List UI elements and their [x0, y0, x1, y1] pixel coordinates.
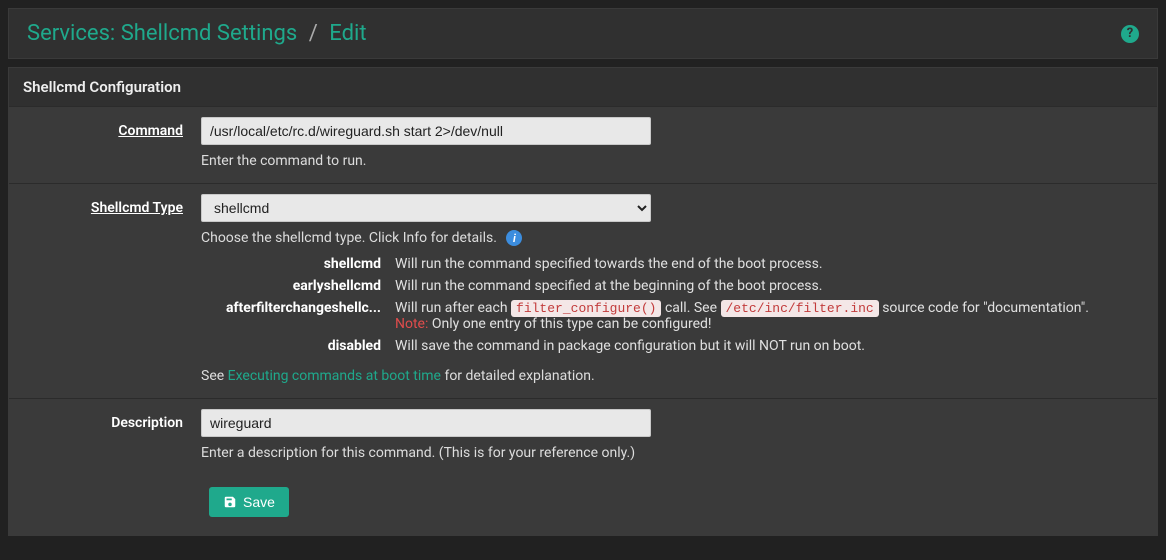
info-icon[interactable]: i: [506, 230, 522, 246]
save-button-label: Save: [243, 494, 275, 510]
def-desc-earlyshellcmd: Will run the command specified at the be…: [395, 278, 1145, 294]
breadcrumb-current: Edit: [329, 21, 366, 46]
row-description: Description Enter a description for this…: [9, 398, 1157, 475]
def-term-disabled: disabled: [201, 338, 381, 354]
save-button[interactable]: Save: [209, 487, 289, 517]
link-boot-docs[interactable]: Executing commands at boot time: [228, 368, 441, 384]
def-desc-disabled: Will save the command in package configu…: [395, 338, 1145, 354]
row-actions: Save: [9, 475, 1157, 535]
save-icon: [223, 495, 237, 509]
breadcrumb-root[interactable]: Services: Shellcmd Settings: [27, 21, 297, 46]
note-label: Note:: [395, 316, 428, 332]
row-command: Command Enter the command to run.: [9, 106, 1157, 183]
breadcrumb-separator: /: [309, 21, 318, 46]
page-title: Services: Shellcmd Settings / Edit: [27, 21, 367, 46]
label-command: Command: [21, 117, 201, 169]
def-term-afterfilter: afterfilterchangeshellc...: [201, 300, 381, 332]
def-desc-afterfilter: Will run after each filter_configure() c…: [395, 300, 1145, 332]
command-input[interactable]: [201, 117, 651, 145]
code-filter-inc: /etc/inc/filter.inc: [721, 300, 879, 317]
page-header: Services: Shellcmd Settings / Edit ?: [8, 8, 1158, 59]
label-type: Shellcmd Type: [21, 194, 201, 384]
panel-heading: Shellcmd Configuration: [9, 68, 1157, 106]
type-definitions: shellcmd Will run the command specified …: [201, 256, 1145, 354]
help-description: Enter a description for this command. (T…: [201, 445, 1145, 461]
type-select[interactable]: shellcmd: [201, 194, 651, 222]
description-input[interactable]: [201, 409, 651, 437]
label-description: Description: [21, 409, 201, 461]
def-term-shellcmd: shellcmd: [201, 256, 381, 272]
help-command: Enter the command to run.: [201, 153, 1145, 169]
help-icon[interactable]: ?: [1121, 25, 1139, 43]
help-type: Choose the shellcmd type. Click Info for…: [201, 230, 1145, 246]
config-panel: Shellcmd Configuration Command Enter the…: [8, 67, 1158, 536]
see-also: See Executing commands at boot time for …: [201, 368, 1145, 384]
def-desc-shellcmd: Will run the command specified towards t…: [395, 256, 1145, 272]
def-term-earlyshellcmd: earlyshellcmd: [201, 278, 381, 294]
row-type: Shellcmd Type shellcmd Choose the shellc…: [9, 183, 1157, 398]
code-filter-configure: filter_configure(): [511, 300, 661, 317]
